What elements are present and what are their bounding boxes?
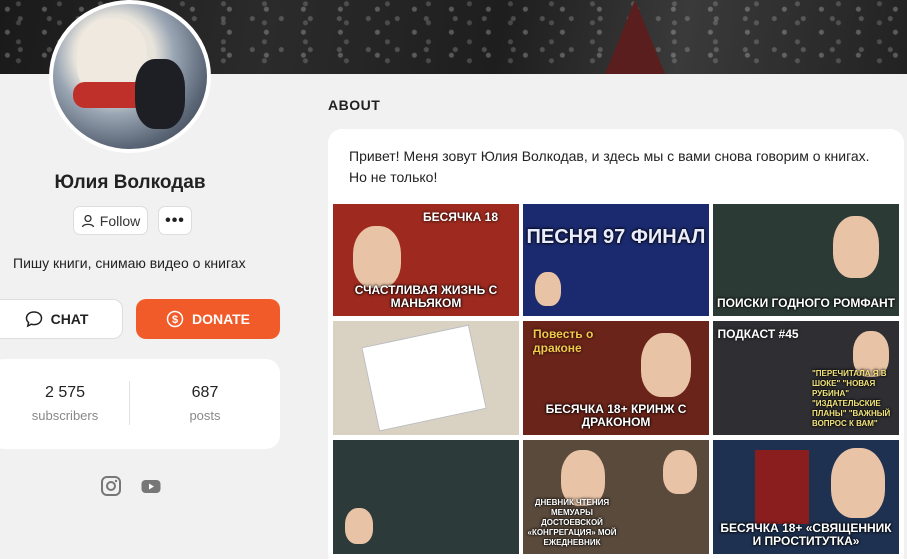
donate-button[interactable]: $ DONATE	[136, 299, 280, 339]
video-thumbnail[interactable]	[333, 321, 519, 435]
about-text: Привет! Меня зовут Юлия Волкодав, и здес…	[349, 148, 870, 185]
thumbnail-top-text: ПОДКАСТ #45	[717, 327, 799, 341]
posts-label: posts	[189, 408, 221, 423]
profile-bio: Пишу книги, снимаю видео о книгах	[13, 255, 246, 271]
notebook-image	[361, 324, 487, 432]
thumbnail-caption: ПОИСКИ ГОДНОГО РОМФАНТ	[717, 296, 895, 310]
chat-label: CHAT	[50, 311, 89, 327]
thumbnail-caption: СЧАСТЛИВАЯ ЖИЗНЬ С МАНЬЯКОМ	[354, 283, 498, 310]
video-thumbnail[interactable]: ПЕСНЯ 97 ФИНАЛ	[523, 204, 709, 316]
video-thumbnail[interactable]: ДНЕВНИК ЧТЕНИЯ МЕМУАРЫ ДОСТОЕВСКОЙ «КОНГ…	[523, 440, 709, 554]
thumbnail-person	[345, 508, 373, 544]
subscribers-stat[interactable]: 2 575 subscribers	[0, 384, 130, 423]
thumbnail-caption: БЕСЯЧКА 18+ КРИНЖ С ДРАКОНОМ	[545, 402, 687, 429]
thumbnail-caption: ПЕСНЯ 97 ФИНАЛ	[526, 226, 706, 248]
thumbnail-person	[641, 333, 691, 397]
thumbnail-top-text: БЕСЯЧКА 18	[423, 210, 499, 224]
posts-count: 687	[191, 384, 219, 401]
posts-stat[interactable]: 687 posts	[140, 384, 270, 423]
donate-label: DONATE	[191, 311, 251, 327]
user-icon	[81, 214, 94, 227]
about-card: Привет! Меня зовут Юлия Волкодав, и здес…	[328, 129, 904, 559]
more-button[interactable]: •••	[158, 206, 192, 235]
subscribers-label: subscribers	[31, 408, 99, 423]
video-thumbnail[interactable]: Повесть о драконе БЕСЯЧКА 18+ КРИНЖ С ДР…	[523, 321, 709, 435]
svg-text:$: $	[172, 314, 178, 326]
dollar-coin-icon: $	[166, 310, 184, 328]
instagram-icon[interactable]	[100, 475, 122, 497]
thumbnail-caption: "ПЕРЕЧИТАЛА Я В ШОКЕ" "НОВАЯ РУБИНА" "ИЗ…	[812, 369, 891, 428]
subscribers-count: 2 575	[44, 384, 86, 401]
video-thumbnail[interactable]	[333, 440, 519, 554]
video-thumbnail[interactable]: ПОДКАСТ #45 "ПЕРЕЧИТАЛА Я В ШОКЕ" "НОВАЯ…	[713, 321, 899, 435]
book-cover-image	[755, 450, 809, 524]
thumbnail-person	[353, 226, 401, 288]
thumbnail-caption: ДНЕВНИК ЧТЕНИЯ МЕМУАРЫ ДОСТОЕВСКОЙ «КОНГ…	[527, 498, 617, 547]
social-links	[100, 475, 162, 497]
video-thumbnail[interactable]: БЕСЯЧКА 18+ «СВЯЩЕННИК И ПРОСТИТУТКА»	[713, 440, 899, 554]
avatar-cat	[135, 59, 185, 129]
chat-bubble-icon	[25, 311, 42, 328]
video-thumbnail[interactable]: БЕСЯЧКА 18 СЧАСТЛИВАЯ ЖИЗНЬ С МАНЬЯКОМ	[333, 204, 519, 316]
about-heading: ABOUT	[328, 97, 381, 113]
thumbnail-person	[831, 448, 885, 518]
stats-divider	[129, 381, 130, 425]
thumbnail-top-text: Повесть о драконе	[533, 327, 594, 355]
thumbnail-person	[833, 216, 879, 278]
profile-name: Юлия Волкодав	[54, 172, 206, 193]
profile-stats: 2 575 subscribers 687 posts	[0, 359, 280, 449]
thumbnail-person	[535, 272, 561, 306]
follow-button[interactable]: Follow	[73, 206, 148, 235]
follow-label: Follow	[99, 212, 141, 229]
youtube-icon[interactable]	[140, 475, 162, 497]
thumbnail-person	[663, 450, 697, 494]
banner-tower-shape	[605, 0, 665, 74]
more-dots-icon: •••	[165, 211, 185, 229]
chat-button[interactable]: CHAT	[0, 299, 123, 339]
avatar[interactable]	[49, 0, 211, 153]
thumbnail-caption: БЕСЯЧКА 18+ «СВЯЩЕННИК И ПРОСТИТУТКА»	[720, 521, 892, 548]
video-thumbnail[interactable]: ПОИСКИ ГОДНОГО РОМФАНТ	[713, 204, 899, 316]
